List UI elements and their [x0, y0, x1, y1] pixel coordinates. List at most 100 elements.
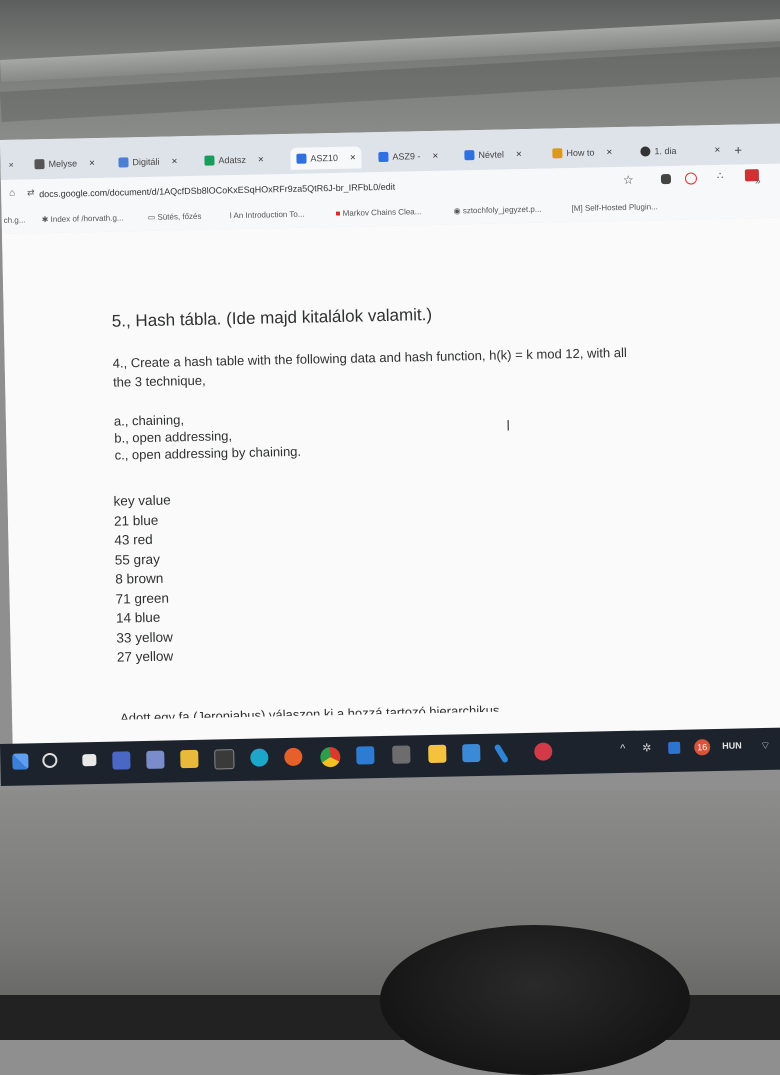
close-icon[interactable]: ×	[606, 147, 612, 158]
tab-strip-close-icon[interactable]: ×	[8, 154, 14, 176]
wikipedia-icon	[34, 159, 45, 170]
text-cursor-icon: I	[505, 417, 511, 435]
tab-label: ASZ9 -	[392, 151, 421, 162]
bookmark-item[interactable]: [M] Self-Hosted Plugin...	[571, 202, 657, 213]
stackoverflow-icon	[552, 148, 563, 159]
pocket-icon[interactable]	[684, 172, 698, 185]
close-icon[interactable]: ×	[432, 150, 438, 161]
close-icon[interactable]: ×	[516, 149, 522, 160]
sticky-notes-icon[interactable]	[428, 744, 447, 764]
bookmark-item[interactable]: ǀ An Introduction To...	[230, 210, 305, 221]
data-row: 27 yellow	[116, 648, 174, 665]
bookmark-item[interactable]: ◉ sztochfoly_jegyzet.p...	[453, 205, 541, 216]
file-explorer-icon[interactable]	[180, 749, 199, 769]
close-icon[interactable]: ×	[258, 154, 264, 165]
edge-icon[interactable]	[250, 748, 269, 767]
tab-how-to[interactable]: How to ×	[552, 141, 612, 164]
home-icon[interactable]: ⌂	[9, 188, 15, 199]
tab-label: How to	[566, 147, 595, 159]
tool-icon[interactable]	[392, 745, 411, 764]
section-heading: 5., Hash tábla. (Ide majd kitalálok vala…	[111, 304, 433, 331]
option-a: a., chaining,	[113, 412, 185, 429]
tab-label: Melyse	[48, 158, 78, 169]
mail-icon[interactable]	[462, 743, 481, 763]
page-icon	[118, 157, 129, 168]
tab-asz9[interactable]: ASZ9 - ×	[378, 145, 438, 168]
tab-label: Digitáli	[132, 156, 160, 168]
extension-icon[interactable]	[660, 173, 672, 185]
calculator-icon[interactable]	[214, 749, 235, 770]
option-b: b., open addressing,	[114, 428, 233, 446]
drive-icon	[204, 155, 215, 166]
table-header: key value	[113, 492, 171, 509]
language-indicator[interactable]: HUN	[722, 740, 742, 750]
close-icon[interactable]: ×	[350, 152, 356, 163]
tray-chevron-icon[interactable]: ^	[620, 743, 625, 755]
folder-icon: ▭	[147, 212, 158, 222]
docs-icon	[378, 151, 389, 163]
tab-1-dia[interactable]: 1. dia ×	[640, 139, 720, 163]
tab-label: 1. dia	[654, 145, 677, 157]
wifi-icon[interactable]: ⌔	[760, 739, 771, 753]
close-icon[interactable]: ×	[171, 156, 177, 167]
data-row: 43 red	[114, 531, 153, 548]
firefox-icon[interactable]	[284, 747, 303, 767]
globe-icon: ◉	[453, 206, 463, 216]
folder-icon: ✱	[41, 214, 51, 225]
projected-screen: × Melyse × Digitáli × Adatsz × ASZ10 × A…	[0, 123, 780, 760]
search-icon[interactable]	[42, 752, 58, 769]
media-icon[interactable]	[534, 742, 553, 761]
tab-nevtelen[interactable]: Névtel ×	[464, 143, 522, 166]
bookmark-item[interactable]: ■ Markov Chains Clea...	[336, 207, 422, 218]
bookmark-label: Markov Chains Clea...	[342, 207, 422, 218]
notification-badge[interactable]: 16	[694, 739, 711, 756]
bookmark-item[interactable]: ✱ Index of /horvath.g...	[42, 213, 124, 224]
docs-icon	[296, 153, 307, 164]
close-icon[interactable]: ×	[8, 160, 13, 170]
tab-melyse[interactable]: Melyse ×	[34, 152, 95, 175]
tab-label: Adatsz	[218, 154, 247, 166]
task-view-icon[interactable]	[82, 753, 97, 767]
data-row: 21 blue	[113, 512, 159, 529]
bookmark-label: Sütés, főzés	[157, 211, 202, 222]
audience-head	[380, 925, 690, 1075]
bookmark-star-icon[interactable]: ☆	[623, 173, 634, 187]
bookmark-item[interactable]: ch.g...	[4, 215, 26, 224]
teams-icon[interactable]	[112, 751, 131, 770]
pen-icon[interactable]	[493, 743, 510, 764]
extension-dots-icon[interactable]: ∴	[717, 171, 724, 182]
chat-icon[interactable]	[146, 750, 165, 769]
option-c: c., open addressing by chaining.	[114, 443, 302, 463]
start-icon[interactable]	[12, 753, 29, 770]
tab-label: ASZ10	[310, 152, 339, 164]
bookmark-item[interactable]: ▭ Sütés, főzés	[148, 212, 202, 222]
cut-off-text: Adott egy fa (Jeroniabus) válaszon ki a …	[119, 703, 500, 720]
bookmark-label: sztochfoly_jegyzet.p...	[462, 204, 542, 216]
task-line-1: 4., Create a hash table with the followi…	[112, 344, 627, 371]
chrome-icon[interactable]	[320, 746, 341, 768]
more-bookmarks-icon[interactable]: »	[755, 176, 761, 187]
outlook-tray-icon[interactable]	[668, 741, 681, 755]
settings-icon[interactable]: ✲	[642, 741, 651, 754]
document-page[interactable]: 5., Hash tábla. (Ide majd kitalálok vala…	[1, 217, 780, 760]
close-icon[interactable]: ×	[714, 144, 720, 155]
bookmark-label: Index of /horvath.g...	[50, 213, 124, 224]
data-row: 71 green	[115, 590, 170, 607]
tab-label: Névtel	[478, 149, 505, 160]
tab-adatsz[interactable]: Adatsz ×	[204, 148, 264, 171]
task-line-2: the 3 technique,	[112, 372, 206, 390]
tab-asz10-active[interactable]: ASZ10 ×	[290, 146, 363, 170]
bookmark-label: An Introduction To...	[233, 209, 305, 221]
cut-off-line: Adott egy fa (Jeroniabus) válaszon ki a …	[120, 704, 499, 720]
site-settings-icon[interactable]: ⇄	[27, 187, 35, 198]
data-row: 33 yellow	[116, 629, 173, 646]
tab-digitali[interactable]: Digitáli ×	[118, 150, 177, 173]
globe-icon	[640, 146, 651, 157]
docs-icon	[464, 150, 475, 161]
close-icon[interactable]: ×	[89, 158, 95, 169]
data-row: 14 blue	[115, 609, 161, 626]
new-tab-button[interactable]: +	[734, 138, 742, 160]
data-row: 8 brown	[115, 570, 164, 587]
outlook-icon[interactable]	[356, 746, 375, 765]
url-field[interactable]: docs.google.com/document/d/1AQcfDSb8lOCo…	[39, 182, 395, 199]
